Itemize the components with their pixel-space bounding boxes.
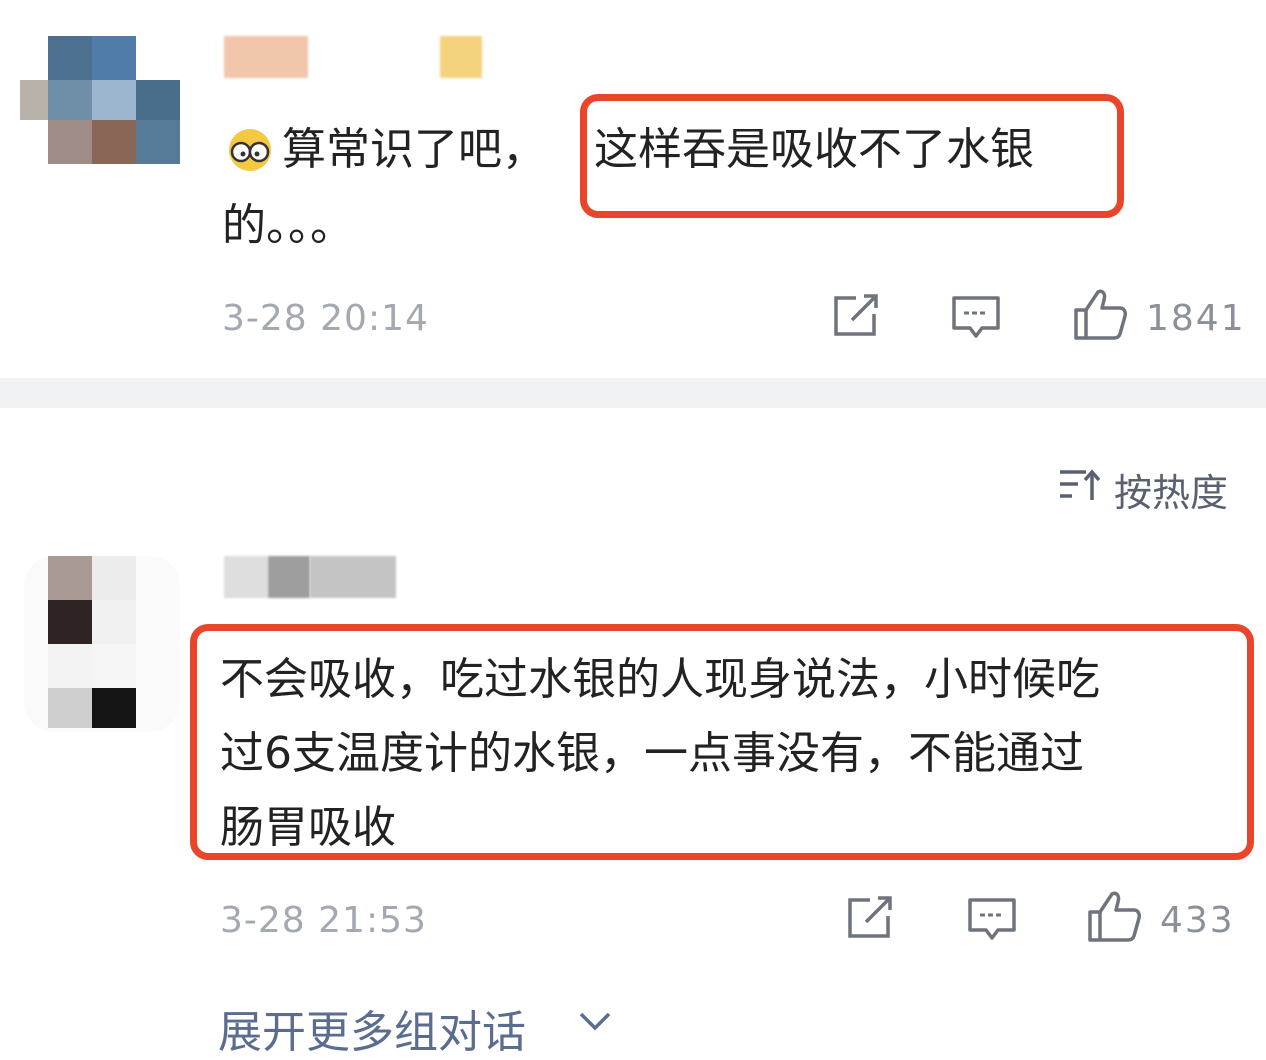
sort-up-icon (1060, 469, 1100, 500)
comment-icon[interactable] (966, 894, 1018, 946)
sort-label: 按热度 (1114, 471, 1229, 515)
like-count: 433 (1160, 900, 1235, 941)
share-icon[interactable] (830, 292, 882, 340)
comment-text-pre: 算常识了吧， (282, 124, 546, 175)
username-redacted-2[interactable] (268, 556, 310, 598)
like-count: 1841 (1146, 298, 1246, 339)
username-redacted-3[interactable] (310, 556, 396, 598)
like-icon[interactable] (1072, 288, 1128, 342)
chevron-down-icon (579, 1012, 611, 1031)
expand-label: 展开更多组对话 (218, 1007, 526, 1058)
username-redacted[interactable] (224, 556, 268, 598)
comment-time: 3-28 20:14 (222, 298, 429, 339)
comment-time: 3-28 21:53 (220, 900, 427, 941)
username-redacted[interactable] (224, 36, 308, 78)
comment-text-line2: 的。。。 (222, 200, 354, 251)
share-icon[interactable] (844, 894, 896, 942)
highlight-box (190, 624, 1254, 860)
section-divider (0, 378, 1266, 408)
comment-icon[interactable] (950, 292, 1002, 344)
badge-redacted (440, 36, 482, 78)
highlight-box (580, 94, 1124, 218)
emoji-glasses-icon (229, 129, 271, 171)
avatar[interactable] (24, 556, 180, 732)
like-icon[interactable] (1086, 890, 1142, 944)
avatar[interactable] (20, 36, 180, 164)
